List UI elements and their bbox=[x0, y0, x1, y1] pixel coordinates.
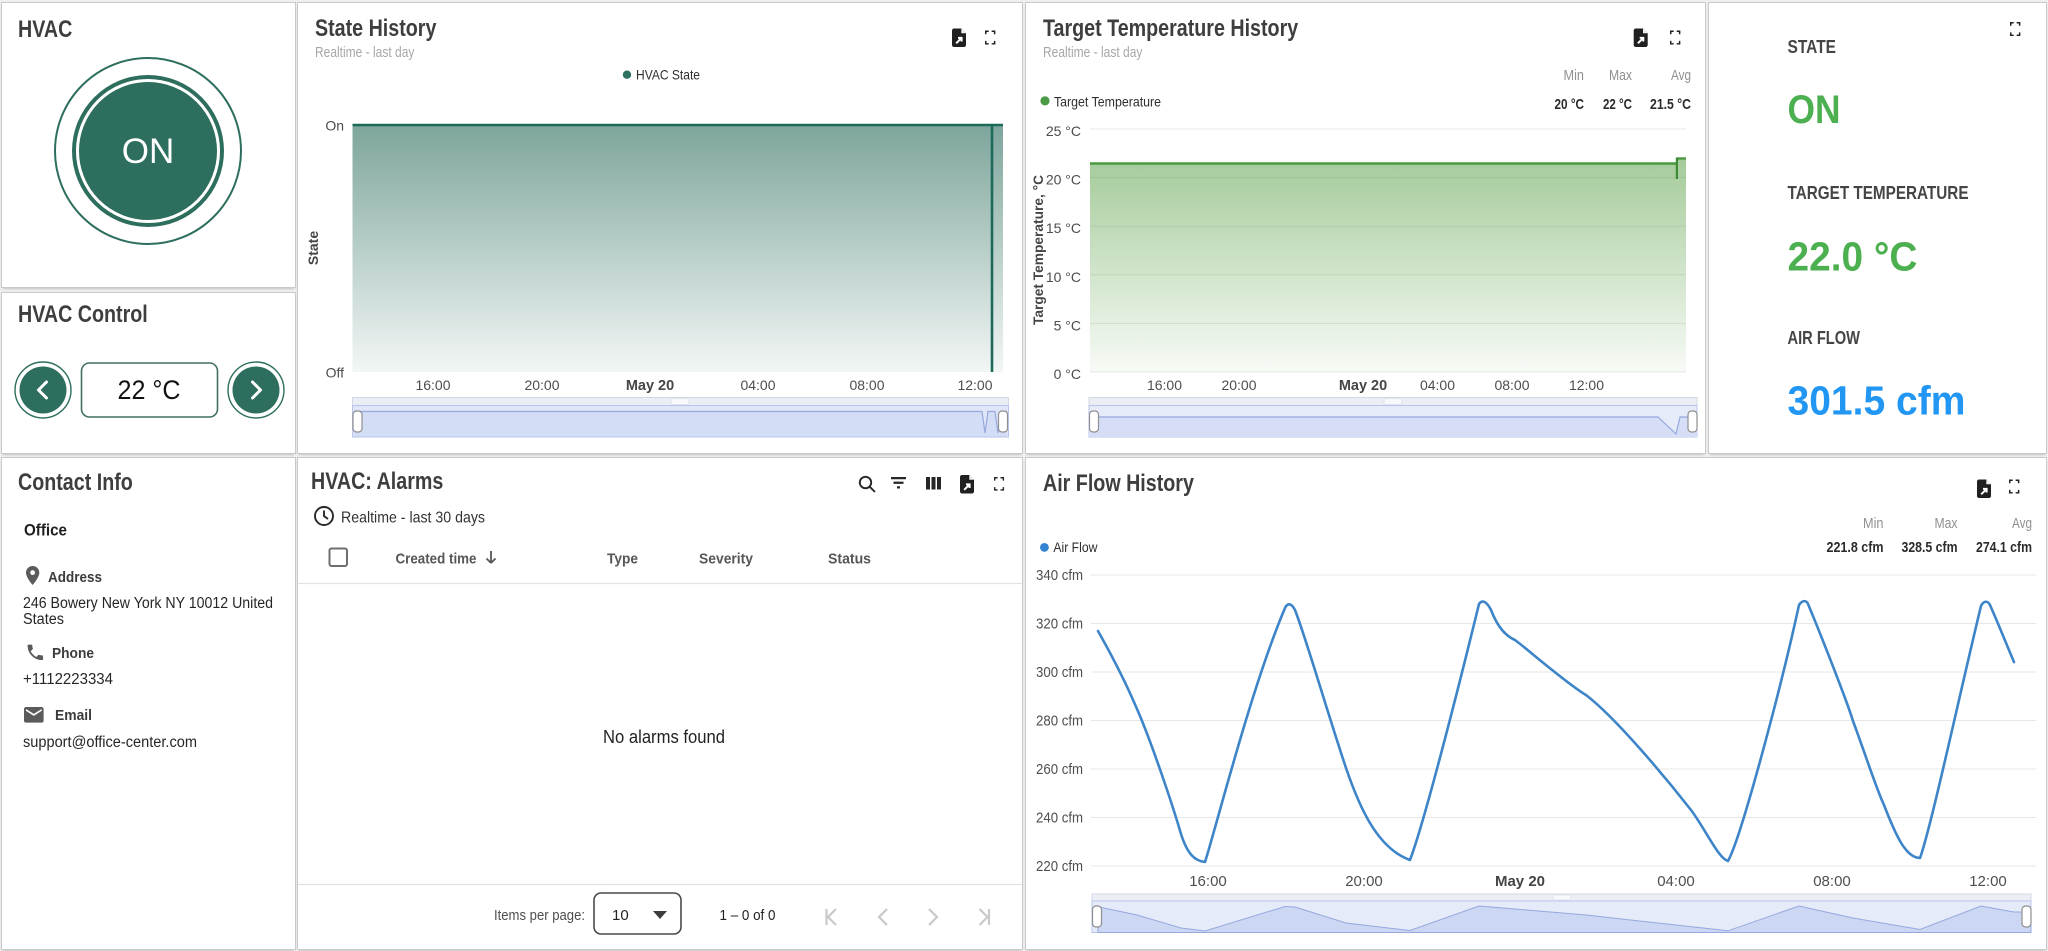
svg-text:Items per page:: Items per page: bbox=[494, 907, 585, 924]
svg-text:On: On bbox=[325, 118, 344, 134]
svg-text:12:00: 12:00 bbox=[957, 377, 992, 393]
svg-text:22.0 °C: 22.0 °C bbox=[1787, 234, 1917, 280]
svg-text:May 20: May 20 bbox=[1495, 873, 1545, 890]
svg-text:Air Flow: Air Flow bbox=[1053, 539, 1098, 555]
svg-text:300 cfm: 300 cfm bbox=[1036, 664, 1083, 681]
svg-text:Target Temperature, °C: Target Temperature, °C bbox=[1031, 175, 1046, 325]
svg-text:Min: Min bbox=[1863, 516, 1884, 532]
svg-text:260 cfm: 260 cfm bbox=[1036, 761, 1083, 778]
svg-text:Off: Off bbox=[325, 365, 344, 381]
svg-text:320 cfm: 320 cfm bbox=[1036, 616, 1083, 633]
svg-text:10: 10 bbox=[612, 907, 629, 924]
svg-text:04:00: 04:00 bbox=[1657, 873, 1695, 890]
svg-text:Email: Email bbox=[55, 707, 92, 724]
svg-text:Phone: Phone bbox=[52, 645, 94, 662]
svg-text:20 °C: 20 °C bbox=[1555, 96, 1585, 113]
svg-text:States: States bbox=[23, 611, 64, 628]
svg-text:08:00: 08:00 bbox=[1813, 873, 1851, 890]
svg-text:25 °C: 25 °C bbox=[1046, 123, 1081, 139]
svg-text:TARGET TEMPERATURE: TARGET TEMPERATURE bbox=[1787, 183, 1968, 203]
svg-text:220 cfm: 220 cfm bbox=[1036, 858, 1083, 875]
svg-text:Avg: Avg bbox=[2012, 516, 2032, 532]
svg-text:STATE: STATE bbox=[1787, 37, 1836, 57]
svg-text:08:00: 08:00 bbox=[849, 377, 884, 393]
svg-text:08:00: 08:00 bbox=[1494, 377, 1529, 393]
svg-text:240 cfm: 240 cfm bbox=[1036, 810, 1083, 827]
svg-text:1 – 0 of 0: 1 – 0 of 0 bbox=[719, 907, 775, 924]
svg-text:Target Temperature: Target Temperature bbox=[1054, 94, 1161, 110]
svg-text:221.8 cfm: 221.8 cfm bbox=[1827, 539, 1884, 556]
svg-text:21.5 °C: 21.5 °C bbox=[1650, 96, 1691, 113]
svg-text:Address: Address bbox=[48, 569, 102, 586]
svg-text:No alarms found: No alarms found bbox=[603, 727, 725, 747]
svg-text:04:00: 04:00 bbox=[740, 377, 775, 393]
svg-text:246 Bowery New York NY 10012 U: 246 Bowery New York NY 10012 United bbox=[23, 595, 273, 612]
svg-text:274.1 cfm: 274.1 cfm bbox=[1976, 539, 2032, 556]
svg-text:5 °C: 5 °C bbox=[1054, 317, 1081, 333]
svg-text:22 °C: 22 °C bbox=[118, 375, 181, 405]
svg-text:12:00: 12:00 bbox=[1969, 873, 2007, 890]
svg-text:Office: Office bbox=[24, 521, 67, 540]
svg-text:16:00: 16:00 bbox=[1147, 377, 1182, 393]
svg-text:22 °C: 22 °C bbox=[1603, 96, 1632, 113]
svg-text:support@office-center.com: support@office-center.com bbox=[23, 734, 197, 751]
svg-text:AIR FLOW: AIR FLOW bbox=[1787, 328, 1860, 348]
svg-text:20:00: 20:00 bbox=[1345, 873, 1383, 890]
svg-text:12:00: 12:00 bbox=[1569, 377, 1604, 393]
svg-text:Min: Min bbox=[1564, 68, 1585, 84]
svg-text:Realtime - last 30 days: Realtime - last 30 days bbox=[341, 510, 485, 527]
svg-text:10 °C: 10 °C bbox=[1046, 269, 1081, 285]
svg-text:Type: Type bbox=[607, 551, 638, 568]
svg-text:20 °C: 20 °C bbox=[1046, 172, 1081, 188]
svg-text:Max: Max bbox=[1935, 516, 1959, 532]
svg-text:State: State bbox=[305, 231, 321, 265]
svg-text:301.5 cfm: 301.5 cfm bbox=[1787, 378, 1965, 424]
svg-text:May 20: May 20 bbox=[625, 378, 673, 394]
svg-text:340 cfm: 340 cfm bbox=[1036, 567, 1083, 584]
svg-text:HVAC State: HVAC State bbox=[636, 67, 700, 83]
svg-text:Severity: Severity bbox=[699, 551, 754, 568]
svg-text:15 °C: 15 °C bbox=[1046, 220, 1081, 236]
svg-text:+1112223334: +1112223334 bbox=[23, 671, 113, 688]
svg-text:Created time: Created time bbox=[395, 551, 476, 568]
svg-text:Max: Max bbox=[1609, 68, 1633, 84]
svg-text:Avg: Avg bbox=[1671, 68, 1691, 84]
svg-text:04:00: 04:00 bbox=[1420, 377, 1455, 393]
svg-text:280 cfm: 280 cfm bbox=[1036, 713, 1083, 730]
svg-text:ON: ON bbox=[1787, 88, 1840, 132]
svg-text:Status: Status bbox=[828, 551, 871, 568]
svg-text:20:00: 20:00 bbox=[524, 377, 559, 393]
svg-text:20:00: 20:00 bbox=[1221, 377, 1256, 393]
svg-text:0 °C: 0 °C bbox=[1054, 366, 1081, 382]
svg-text:16:00: 16:00 bbox=[415, 377, 450, 393]
svg-text:328.5 cfm: 328.5 cfm bbox=[1902, 539, 1958, 556]
svg-text:16:00: 16:00 bbox=[1189, 873, 1227, 890]
svg-text:ON: ON bbox=[122, 132, 175, 171]
svg-text:May 20: May 20 bbox=[1339, 378, 1387, 394]
